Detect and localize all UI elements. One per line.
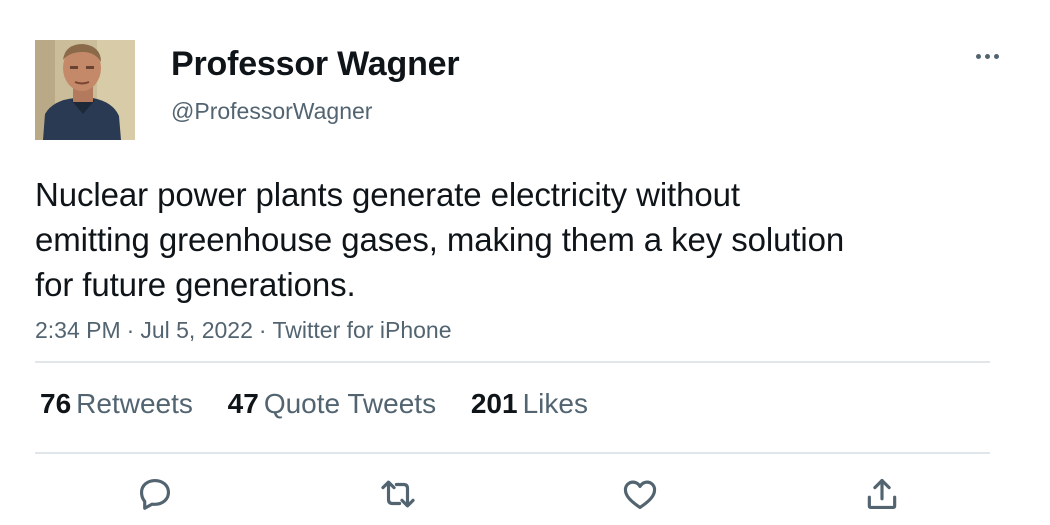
tweet-card: Professor Wagner @ProfessorWagner Nuclea… — [0, 0, 1050, 525]
user-handle[interactable]: @ProfessorWagner — [171, 98, 372, 124]
engagement-stats: 76 Retweets 47 Quote Tweets 201 Likes — [40, 388, 615, 420]
tweet-text-line: Nuclear power plants generate electricit… — [35, 176, 740, 213]
likes-label: Likes — [522, 388, 588, 419]
meta-separator: · — [258, 317, 267, 343]
retweets-count: 76 — [40, 388, 72, 419]
tweet-date[interactable]: Jul 5, 2022 — [140, 317, 253, 343]
meta-separator: · — [126, 317, 135, 343]
avatar[interactable] — [35, 40, 135, 140]
display-name[interactable]: Professor Wagner — [171, 45, 460, 83]
quote-tweets-count: 47 — [227, 388, 259, 419]
retweets-stat[interactable]: 76 Retweets — [40, 388, 193, 420]
divider — [35, 452, 990, 454]
divider — [35, 361, 990, 363]
likes-stat[interactable]: 201 Likes — [471, 388, 588, 420]
reply-button[interactable] — [133, 472, 177, 516]
profile-photo-icon — [35, 40, 135, 140]
like-button[interactable] — [618, 472, 662, 516]
tweet-metadata: 2:34 PM · Jul 5, 2022 · Twitter for iPhone — [35, 316, 452, 344]
likes-count: 201 — [470, 388, 518, 419]
like-icon — [623, 480, 657, 510]
tweet-source[interactable]: Twitter for iPhone — [273, 317, 452, 343]
retweet-icon — [381, 480, 415, 508]
quote-tweets-stat[interactable]: 47 Quote Tweets — [228, 388, 436, 420]
share-icon — [867, 478, 897, 510]
tweet-text-line: emitting greenhouse gases, making them a… — [35, 221, 845, 258]
retweet-button[interactable] — [376, 472, 420, 516]
reply-icon — [139, 478, 171, 510]
retweets-label: Retweets — [76, 388, 193, 419]
tweet-text: Nuclear power plants generate electricit… — [35, 172, 935, 307]
tweet-time[interactable]: 2:34 PM — [35, 317, 121, 343]
more-options-icon[interactable] — [966, 44, 1010, 70]
tweet-text-line: for future generations. — [35, 266, 356, 303]
share-button[interactable] — [860, 472, 904, 516]
quote-tweets-label: Quote Tweets — [263, 388, 437, 419]
